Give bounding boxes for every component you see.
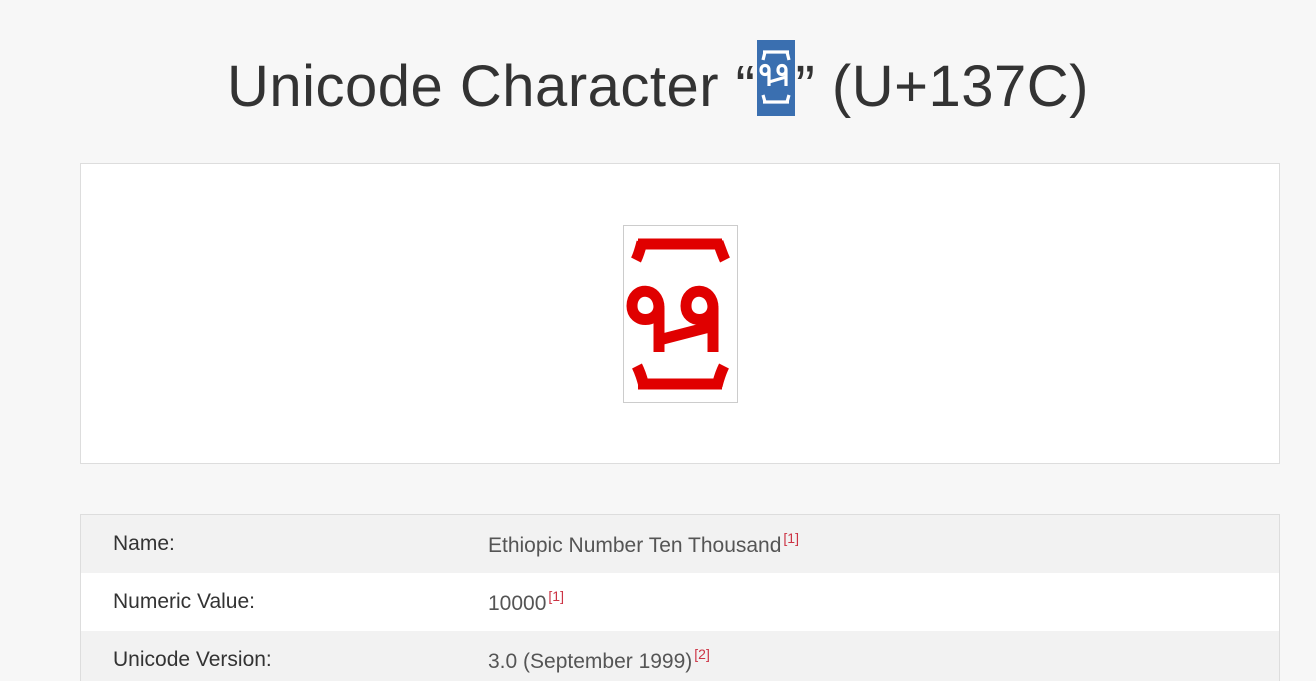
glyph-preview-box (623, 225, 738, 403)
property-label: Name: (113, 532, 175, 555)
title-prefix: Unicode Character “ (227, 54, 756, 119)
ethiopic-glyph-icon (756, 40, 795, 116)
ethiopic-number-ten-thousand-icon (626, 238, 730, 390)
property-value: Ethiopic Number Ten Thousand [1] (488, 530, 799, 558)
page: Unicode Character “ ” (U+137C) Name: Eth… (0, 0, 1316, 681)
property-row-name: Name: Ethiopic Number Ten Thousand [1] (81, 515, 1279, 573)
property-value: 3.0 (September 1999) [2] (488, 646, 710, 674)
property-row-unicode-version: Unicode Version: 3.0 (September 1999) [2] (81, 631, 1279, 681)
reference-link[interactable]: [1] (783, 530, 799, 546)
property-label: Unicode Version: (113, 648, 272, 671)
page-title: Unicode Character “ ” (U+137C) (0, 40, 1316, 127)
reference-link[interactable]: [2] (694, 646, 710, 662)
property-value-text: 3.0 (September 1999) (488, 650, 693, 673)
properties-table: Name: Ethiopic Number Ten Thousand [1] Nu… (80, 514, 1280, 681)
property-row-numeric-value: Numeric Value: 10000 [1] (81, 573, 1279, 631)
property-value-text: 10000 (488, 592, 547, 615)
title-suffix: ” (U+137C) (795, 54, 1089, 119)
glyph-preview-panel (80, 163, 1280, 464)
reference-link[interactable]: [1] (548, 588, 564, 604)
property-value-text: Ethiopic Number Ten Thousand (488, 534, 782, 557)
property-value: 10000 [1] (488, 588, 564, 616)
property-label: Numeric Value: (113, 590, 255, 613)
